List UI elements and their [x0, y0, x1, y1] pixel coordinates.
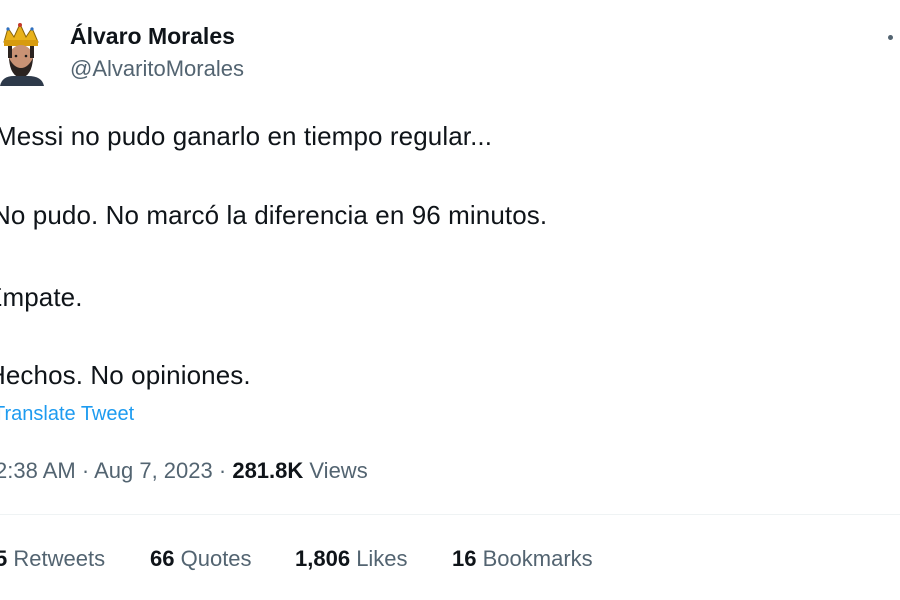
- tweet-text-line-4: Hechos. No opiniones.: [0, 360, 251, 390]
- likes-count: 1,806: [295, 546, 351, 571]
- author-name[interactable]: Álvaro Morales: [70, 23, 235, 50]
- tweet-detail: Álvaro Morales @AlvaritoMorales Messi no…: [0, 0, 900, 600]
- more-options-icon: [888, 35, 893, 40]
- bookmarks-stat[interactable]: 16 Bookmarks: [452, 546, 593, 572]
- views-label: Views: [309, 458, 368, 483]
- retweets-count: 5: [0, 546, 8, 571]
- translate-tweet-link[interactable]: Translate Tweet: [0, 403, 134, 426]
- tweet-date[interactable]: Aug 7, 2023: [94, 458, 213, 483]
- quotes-label: Quotes: [180, 546, 252, 571]
- crowned-avatar-icon: [0, 20, 46, 86]
- likes-label: Likes: [356, 546, 408, 571]
- quotes-stat[interactable]: 66 Quotes: [150, 546, 252, 572]
- retweets-stat[interactable]: 5 Retweets: [0, 546, 105, 572]
- author-handle[interactable]: @AlvaritoMorales: [70, 56, 244, 82]
- views-count: 281.8K: [232, 458, 304, 483]
- avatar[interactable]: [0, 20, 46, 86]
- divider: [0, 514, 900, 515]
- more-options-button[interactable]: [886, 22, 900, 52]
- tweet-meta: 2:38 AM · Aug 7, 2023 · 281.8K Views: [0, 458, 368, 484]
- meta-separator: ·: [218, 458, 227, 483]
- retweets-label: Retweets: [13, 546, 106, 571]
- bookmarks-count: 16: [452, 546, 477, 571]
- tweet-text-line-3: Empate.: [0, 282, 83, 312]
- bookmarks-label: Bookmarks: [482, 546, 593, 571]
- quotes-count: 66: [150, 546, 175, 571]
- tweet-text-line-2: No pudo. No marcó la diferencia en 96 mi…: [0, 200, 548, 230]
- likes-stat[interactable]: 1,806 Likes: [295, 546, 408, 572]
- tweet-time[interactable]: 2:38 AM: [0, 458, 76, 483]
- meta-separator: ·: [81, 458, 90, 483]
- tweet-text-line-1: Messi no pudo ganarlo en tiempo regular.…: [0, 121, 493, 151]
